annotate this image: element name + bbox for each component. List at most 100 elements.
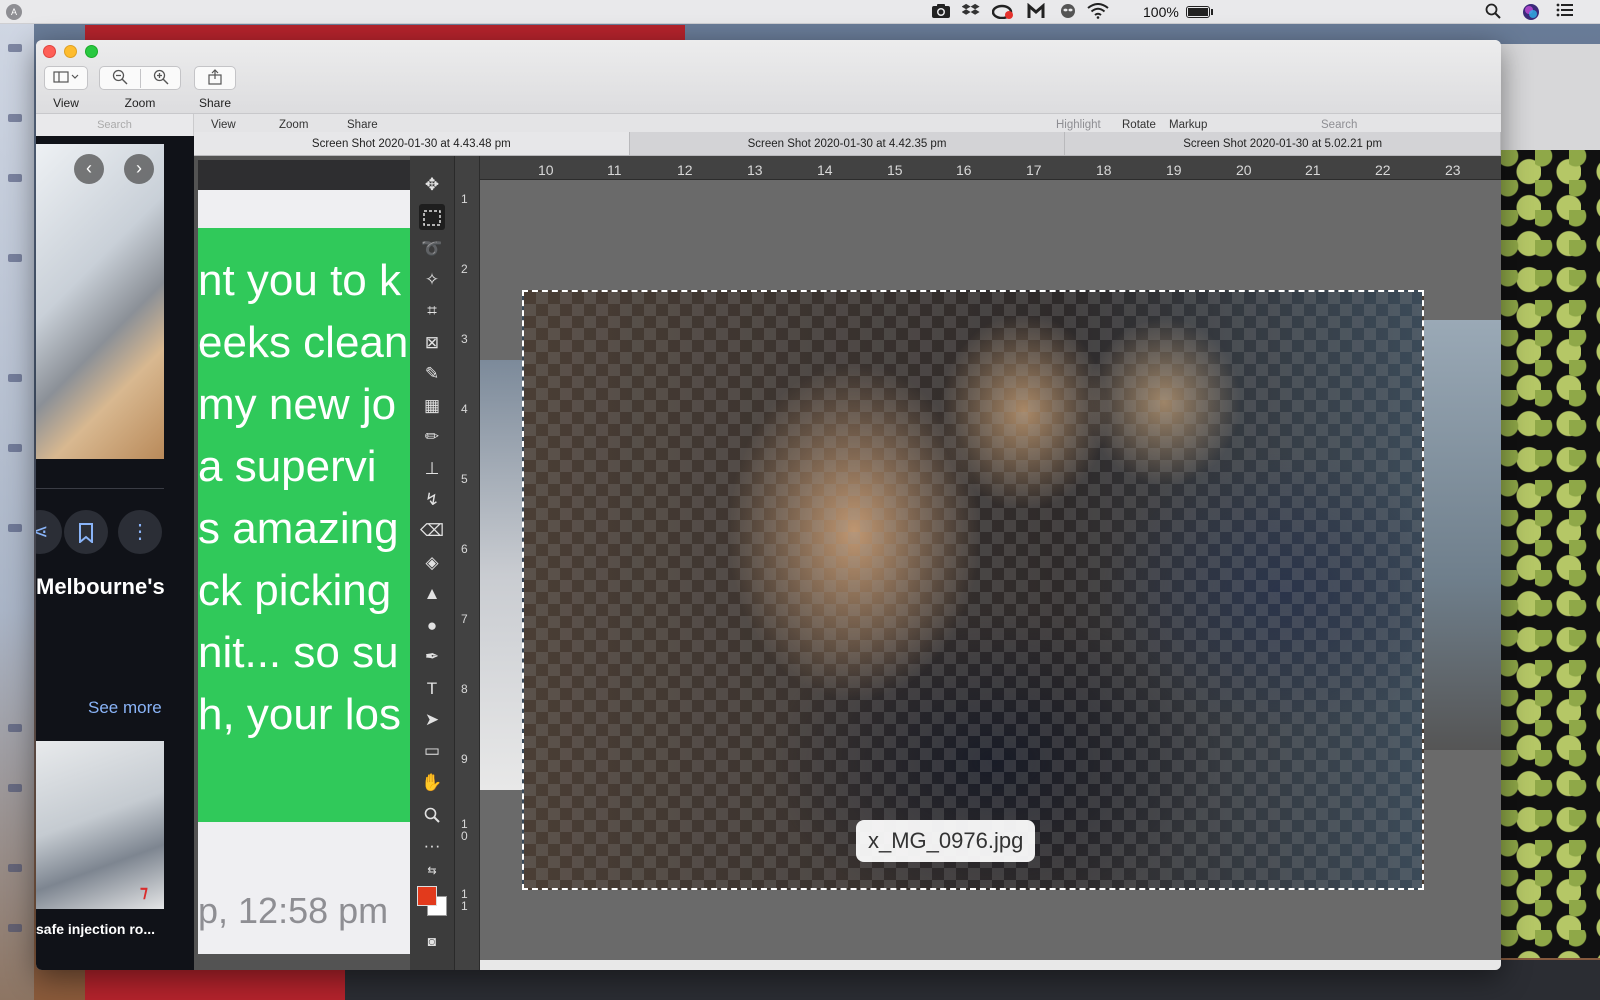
close-button[interactable]	[43, 45, 56, 58]
background-image-window	[1501, 150, 1600, 958]
tab-screenshot-2[interactable]: Screen Shot 2020-01-30 at 4.42.35 pm	[630, 132, 1066, 155]
sidebar-search-input[interactable]: Search	[36, 114, 194, 136]
dock-item[interactable]	[8, 724, 22, 732]
eyedropper-icon[interactable]: ✎	[419, 361, 445, 387]
titlebar: View Zoom Share	[36, 40, 1501, 114]
thumbnail-sidebar: ‹ › ⋖ ⋮ Melbourne's See more ⁊ safe inje…	[36, 136, 194, 970]
rectangle-tool-icon[interactable]: ▭	[419, 738, 445, 764]
eraser-icon[interactable]: ⌫	[419, 518, 445, 544]
share-icon	[195, 68, 235, 88]
selected-photo-layer[interactable]: x_MG_0976.jpg	[522, 290, 1424, 890]
bookmark-icon[interactable]	[64, 510, 108, 554]
magic-wand-icon[interactable]: ✧	[419, 267, 445, 293]
lasso-tool-icon[interactable]: ➰	[419, 236, 445, 262]
foreground-color-swatch[interactable]	[417, 886, 437, 906]
dock-item[interactable]	[8, 784, 22, 792]
share-button[interactable]	[194, 66, 236, 90]
minimize-button[interactable]	[64, 45, 77, 58]
zoom-label: Zoom	[124, 96, 156, 110]
ruler-tick: 22	[1375, 162, 1391, 178]
dock-item[interactable]	[8, 924, 22, 932]
wifi-icon[interactable]	[1087, 3, 1109, 21]
siri-icon[interactable]	[1520, 3, 1542, 21]
tab-screenshot-1[interactable]: Screen Shot 2020-01-30 at 4.43.48 pm	[194, 132, 630, 155]
camera-icon[interactable]	[930, 3, 952, 21]
rotate-menu[interactable]: Rotate	[1122, 119, 1156, 131]
zoom-tool-icon[interactable]	[419, 801, 445, 827]
history-brush-icon[interactable]: ↯	[419, 487, 445, 513]
battery-tip	[1211, 9, 1213, 15]
move-tool-icon[interactable]: ✥	[419, 172, 445, 198]
more-options-icon[interactable]: ⋮	[118, 510, 162, 554]
zoom-window-button[interactable]	[85, 45, 98, 58]
brush-tool-icon[interactable]: ✏	[419, 424, 445, 450]
ruler-tick: 15	[887, 162, 903, 178]
user-avatar-icon[interactable]: A	[6, 4, 22, 20]
background-layer-strip	[480, 360, 522, 790]
share-menu[interactable]: Share	[347, 119, 378, 131]
dock-item[interactable]	[8, 44, 22, 52]
malwarebytes-icon[interactable]	[1025, 2, 1047, 21]
tab-screenshot-3[interactable]: Screen Shot 2020-01-30 at 5.02.21 pm	[1065, 132, 1501, 155]
more-tools-icon[interactable]: ···	[419, 833, 445, 859]
preview-window: View Zoom Share View Zoom Share Highligh…	[36, 40, 1501, 970]
result-title[interactable]: Melbourne's	[36, 574, 165, 600]
ruler-tick: 17	[1026, 162, 1042, 178]
battery-percentage[interactable]: 100%	[1143, 4, 1179, 20]
pen-tool-icon[interactable]: ✒	[419, 644, 445, 670]
view-button[interactable]	[44, 66, 88, 90]
next-image-button[interactable]: ›	[124, 154, 154, 184]
photoshop-canvas[interactable]: x_MG_0976.jpg	[480, 180, 1501, 970]
prev-image-button[interactable]: ‹	[74, 154, 104, 184]
message-line: nt you to k	[198, 256, 402, 305]
zoom-in-icon[interactable]	[140, 68, 180, 88]
type-tool-icon[interactable]: T	[419, 676, 445, 702]
quick-mask-icon[interactable]: ◙	[419, 928, 445, 954]
dock-item[interactable]	[8, 444, 22, 452]
crop-tool-icon[interactable]: ⌗	[419, 298, 445, 324]
message-header	[198, 160, 410, 190]
dropbox-icon[interactable]	[960, 3, 982, 21]
dock	[0, 24, 34, 1000]
dock-item[interactable]	[8, 524, 22, 532]
search-icon[interactable]	[1482, 3, 1504, 21]
dock-item[interactable]	[8, 254, 22, 262]
divider	[36, 488, 164, 489]
control-list-icon[interactable]	[1554, 3, 1576, 21]
ruler-tick: 9	[461, 752, 468, 766]
view-menu[interactable]: View	[211, 119, 236, 131]
battery-icon[interactable]	[1186, 6, 1210, 18]
screenshot-content: nt you to k eeks clean my new jo a super…	[194, 156, 1501, 970]
search-field[interactable]: Search	[1321, 119, 1357, 131]
alien-icon[interactable]	[1057, 3, 1079, 21]
see-more-link[interactable]: See more	[88, 698, 162, 718]
ruler-tick: 2	[461, 262, 468, 276]
dock-item[interactable]	[8, 864, 22, 872]
photoshop-toolbar: ✥ ➰ ✧ ⌗ ⊠ ✎ ▦ ✏ ⊥ ↯ ⌫ ◈ ▲ ● ✒ T ➤ ▭ ✋ ··	[410, 156, 455, 970]
marquee-tool-icon[interactable]	[419, 204, 445, 230]
ruler-tick: 8	[461, 682, 468, 696]
dock-item[interactable]	[8, 374, 22, 382]
ruler-tick: 16	[956, 162, 972, 178]
share-round-icon[interactable]: ⋖	[36, 510, 62, 554]
frame-tool-icon[interactable]: ⊠	[419, 330, 445, 356]
dock-item[interactable]	[8, 114, 22, 122]
ruler-tick: 4	[461, 402, 468, 416]
ruler-tick: 20	[1236, 162, 1252, 178]
creative-cloud-icon[interactable]	[991, 3, 1014, 21]
message-line: my new jo	[198, 380, 397, 429]
zoom-out-icon[interactable]	[100, 69, 140, 88]
photo-caption[interactable]: safe injection ro...	[36, 921, 155, 937]
stamp-tool-icon[interactable]: ⊥	[419, 456, 445, 482]
dock-item[interactable]	[8, 174, 22, 182]
blur-tool-icon[interactable]: ▲	[419, 581, 445, 607]
dodge-tool-icon[interactable]: ●	[419, 613, 445, 639]
path-select-icon[interactable]: ➤	[419, 707, 445, 733]
swap-colors-icon[interactable]: ⇆	[419, 858, 445, 884]
zoom-menu[interactable]: Zoom	[279, 119, 308, 131]
markup-menu[interactable]: Markup	[1169, 119, 1207, 131]
healing-brush-icon[interactable]: ▦	[419, 393, 445, 419]
paint-bucket-icon[interactable]: ◈	[419, 550, 445, 576]
highlight-menu[interactable]: Highlight	[1056, 119, 1101, 131]
hand-tool-icon[interactable]: ✋	[419, 770, 445, 796]
